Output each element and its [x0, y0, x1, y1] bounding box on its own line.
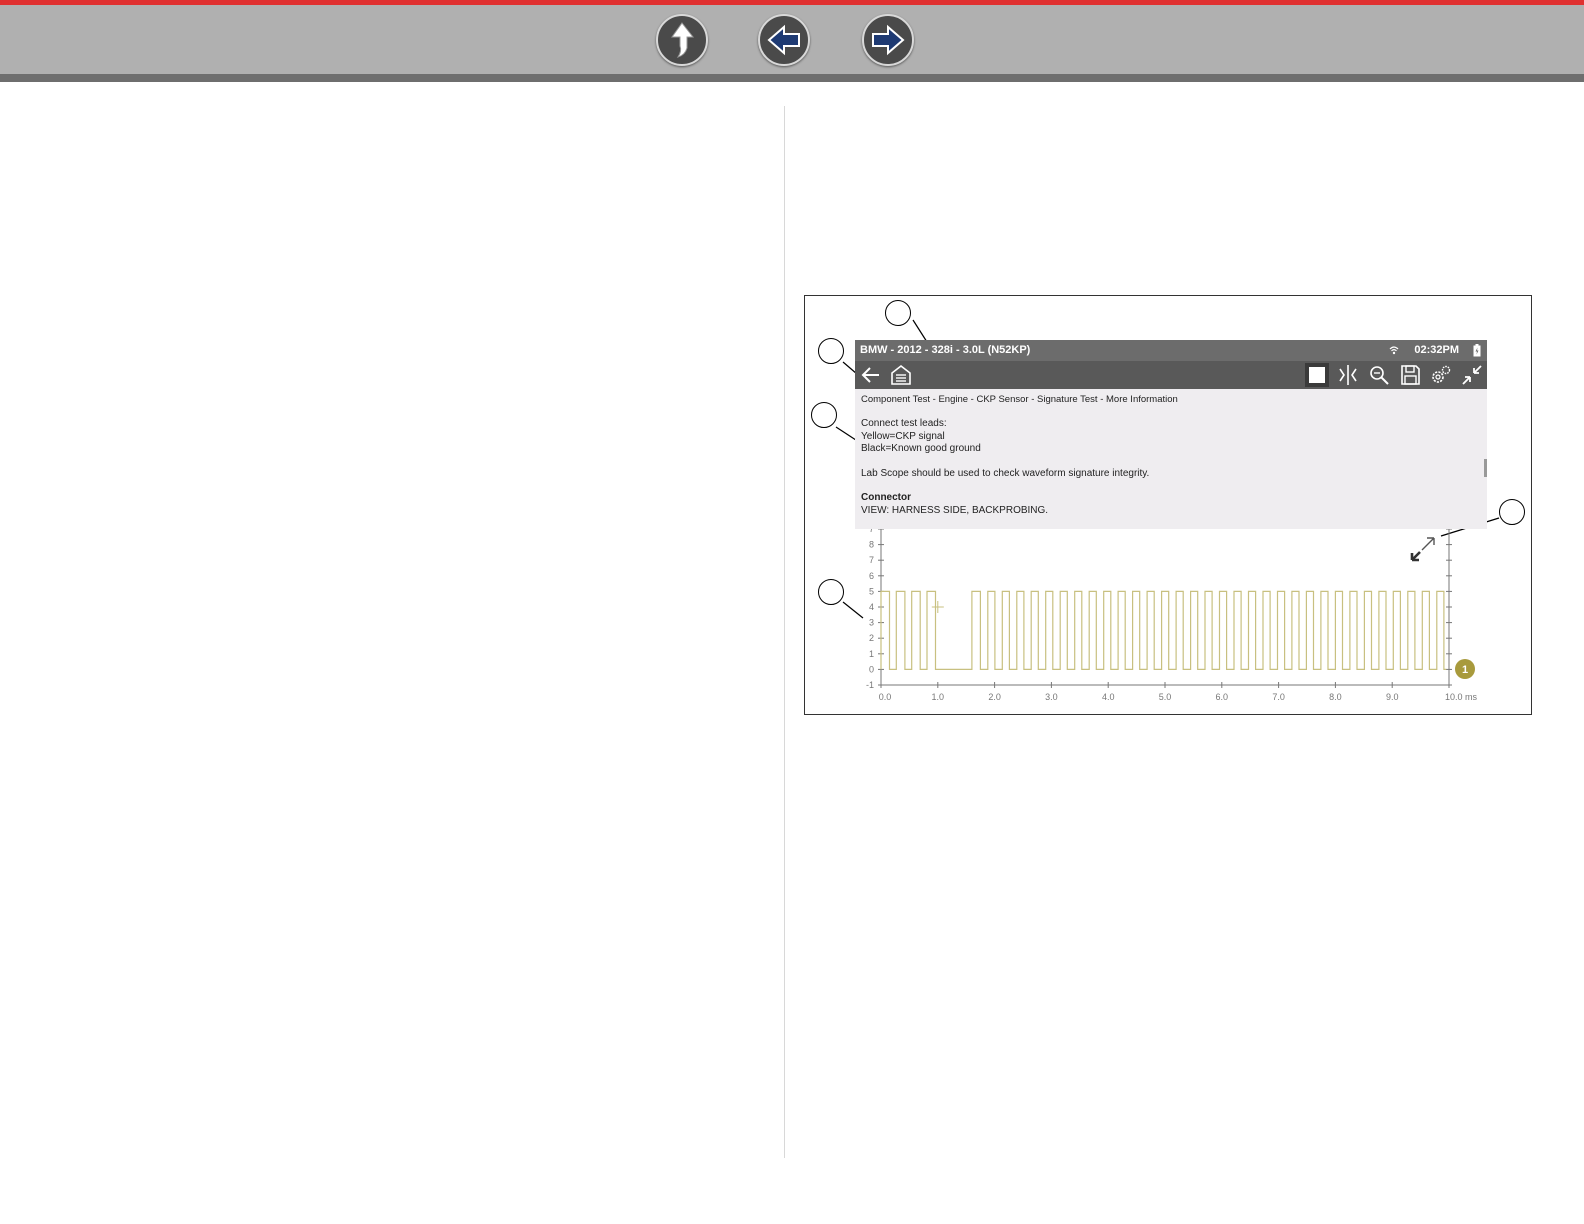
next-page-button[interactable] [862, 14, 914, 66]
vehicle-title: BMW - 2012 - 328i - 3.0L (N52KP) [860, 344, 1031, 356]
bar-shadow [0, 74, 1584, 82]
y-tick-label: 7 [869, 529, 874, 534]
status-bar: BMW - 2012 - 328i - 3.0L (N52KP) 02:32PM [855, 340, 1487, 361]
x-tick-label: 7.0 [1272, 692, 1285, 702]
right-arrow-icon [872, 24, 905, 56]
x-tick-label: 1.0 [932, 692, 945, 702]
y-tick-label: 7 [869, 555, 874, 565]
x-tick-label: 6.0 [1216, 692, 1229, 702]
cursor-marker[interactable] [931, 601, 944, 613]
callout-4 [1499, 499, 1525, 525]
column-divider [784, 106, 785, 1158]
info-line: Lab Scope should be used to check wavefo… [861, 467, 1150, 479]
info-line: VIEW: HARNESS SIDE, BACKPROBING. [861, 504, 1049, 516]
back-icon[interactable] [859, 363, 883, 387]
screenshot-figure: BMW - 2012 - 328i - 3.0L (N52KP) 02:32PM [804, 295, 1532, 715]
fullscreen-exit-icon[interactable] [1460, 363, 1484, 387]
y-tick-label: -1 [866, 680, 874, 690]
navigation-bar [0, 0, 1584, 82]
info-line: Black=Known good ground [861, 443, 981, 454]
connector-heading: Connector [861, 492, 911, 503]
scope-plot: -1 0 1 2 3 4 5 6 7 8 7 0.0 1.0 2.0 3.0 4.0 5.0 6.0 7.0 8.0… [866, 524, 1478, 702]
left-arrow-icon [767, 24, 800, 56]
y-tick-label: 6 [869, 571, 874, 581]
callout-2 [818, 338, 844, 364]
callout-5 [818, 579, 844, 605]
clock: 02:32PM [1414, 344, 1459, 356]
info-line: Connect test leads: [861, 418, 947, 429]
scrollbar[interactable] [1484, 459, 1487, 477]
y-tick-label: 5 [869, 586, 874, 596]
y-tick-label: 3 [869, 618, 874, 628]
y-tick-label: 0 [869, 664, 874, 674]
callout-1 [885, 300, 911, 326]
y-tick-label: 8 [869, 540, 874, 550]
previous-page-button[interactable] [758, 14, 810, 66]
accent-line [0, 0, 1584, 5]
info-line: Yellow=CKP signal [861, 430, 945, 442]
device-screen: BMW - 2012 - 328i - 3.0L (N52KP) 02:32PM [855, 340, 1487, 708]
channel-badge-label: 1 [1462, 664, 1468, 676]
zoom-icon[interactable] [1367, 363, 1391, 387]
y-tick-label: 1 [869, 649, 874, 659]
series-line [880, 590, 1447, 670]
x-tick-label: 4.0 [1102, 692, 1115, 702]
wifi-icon [1389, 346, 1399, 355]
up-button[interactable] [656, 14, 708, 66]
callout-3 [811, 402, 837, 428]
x-tick-label: 8.0 [1329, 692, 1342, 702]
y-tick-label: 2 [869, 633, 874, 643]
up-arrow-icon [671, 22, 695, 58]
channel-badge[interactable]: 1 [1455, 659, 1475, 679]
info-panel: Component Test - Engine - CKP Sensor - S… [855, 389, 1487, 529]
lab-scope: -1 0 1 2 3 4 5 6 7 8 7 0.0 1.0 2.0 3.0 4.0 5.0 6.0 7.0 8.0… [855, 524, 1487, 708]
split-screen-icon[interactable] [1336, 363, 1360, 387]
battery-icon [1473, 344, 1481, 357]
breadcrumb: Component Test - Engine - CKP Sensor - S… [861, 394, 1178, 405]
toolbar [855, 361, 1487, 389]
x-tick-label: 0.0 [879, 692, 892, 702]
expand-icon[interactable] [1410, 537, 1435, 562]
settings-icon[interactable] [1429, 363, 1453, 387]
x-tick-label: 9.0 [1386, 692, 1399, 702]
y-tick-label: 4 [869, 602, 874, 612]
info-text: Connect test leads: Yellow=CKP signal Bl… [861, 418, 1149, 517]
x-tick-label: 3.0 [1045, 692, 1058, 702]
x-tick-label: 2.0 [988, 692, 1001, 702]
x-tick-label: 5.0 [1159, 692, 1172, 702]
home-icon[interactable] [889, 363, 913, 387]
x-tick-label: 10.0 ms [1445, 692, 1478, 702]
stop-icon[interactable] [1305, 363, 1329, 387]
save-icon[interactable] [1398, 363, 1422, 387]
